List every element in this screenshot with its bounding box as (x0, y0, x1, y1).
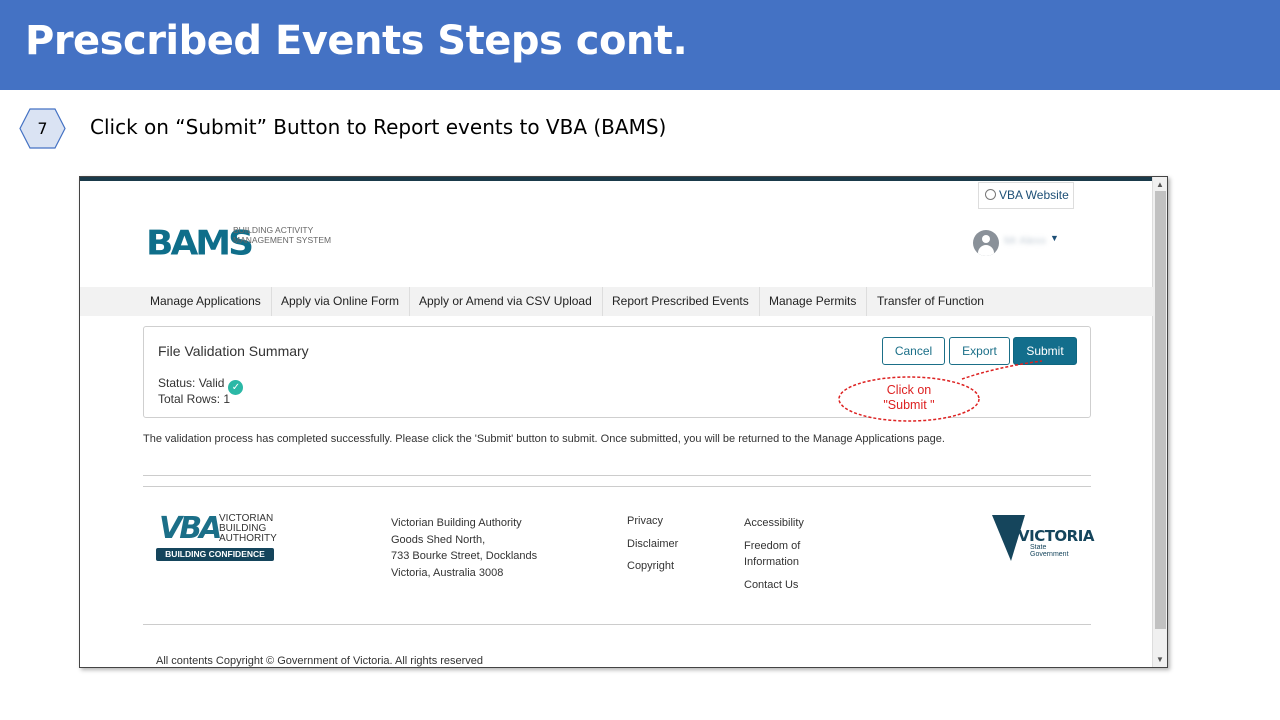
callout-text: Click on "Submit " (856, 383, 962, 413)
step-instruction: Click on “Submit” Button to Report event… (90, 115, 667, 139)
bams-logo-subtitle: BUILDING ACTIVITY MANAGEMENT SYSTEM (233, 225, 332, 245)
nav-manage-applications[interactable]: Manage Applications (140, 287, 272, 316)
top-accent-line (80, 177, 1153, 181)
user-name[interactable]: Mr Alexx (1004, 235, 1050, 247)
address-line: Goods Shed North, (391, 533, 486, 546)
summary-title: File Validation Summary (158, 343, 309, 359)
vba-badge: BUILDING CONFIDENCE (156, 548, 274, 561)
footer-links-col2: Accessibility Freedom of Information Con… (744, 515, 804, 593)
footer-links-col1: Privacy Disclaimer Copyright (627, 515, 678, 583)
vba-logo-subtitle: VICTORIAN BUILDING AUTHORITY (219, 513, 277, 544)
callout-line-2: "Submit " (883, 398, 935, 412)
slide-title: Prescribed Events Steps cont. (25, 18, 688, 64)
scroll-up-icon[interactable]: ▲ (1156, 180, 1164, 189)
divider (143, 624, 1091, 625)
footer-link-disclaimer[interactable]: Disclaimer (627, 538, 678, 561)
vic-sub-line-2: Government (1030, 551, 1069, 558)
slide-header: Prescribed Events Steps cont. (0, 0, 1280, 90)
divider (143, 475, 1091, 476)
address-line: 733 Bourke Street, Docklands (391, 550, 538, 562)
step-number: 7 (37, 119, 48, 138)
nav-apply-csv-upload[interactable]: Apply or Amend via CSV Upload (409, 287, 603, 316)
vertical-scrollbar[interactable]: ▲ ▼ (1152, 177, 1167, 667)
nav-apply-online-form[interactable]: Apply via Online Form (271, 287, 411, 316)
browser-screenshot: ▲ ▼ VBA Website BAMS BUILDING ACTIVITY M… (79, 176, 1168, 668)
nav-report-prescribed-events[interactable]: Report Prescribed Events (602, 287, 760, 316)
nav-manage-permits[interactable]: Manage Permits (759, 287, 868, 316)
foi-line-2: Information (744, 556, 800, 568)
victoria-logo-text: VICTORIA (1018, 527, 1094, 545)
footer-link-copyright[interactable]: Copyright (627, 560, 678, 583)
scrollbar-thumb[interactable] (1155, 191, 1166, 629)
footer-link-accessibility[interactable]: Accessibility (744, 515, 804, 532)
globe-icon (985, 189, 996, 200)
nav-transfer-of-function[interactable]: Transfer of Function (867, 287, 994, 316)
copyright-text: All contents Copyright © Government of V… (156, 655, 484, 667)
callout-line-1: Click on (886, 383, 932, 397)
address-line: Victoria, Australia 3008 (391, 566, 504, 579)
footer-link-foi[interactable]: Freedom of Information (744, 538, 804, 571)
vic-sub-line-1: State (1030, 544, 1047, 551)
vba-website-label: VBA Website (999, 188, 1069, 202)
footer-link-privacy[interactable]: Privacy (627, 515, 678, 538)
vba-website-link[interactable]: VBA Website (978, 182, 1074, 209)
status-label: Status: Valid (158, 376, 225, 390)
vba-footer-logo[interactable]: VBA (159, 511, 222, 546)
footer-address: Victorian Building Authority Goods Shed … (391, 515, 537, 581)
scroll-down-icon[interactable]: ▼ (1156, 655, 1164, 664)
user-avatar-icon[interactable] (973, 230, 999, 256)
main-nav: Manage Applications Apply via Online For… (80, 287, 1153, 316)
validation-message: The validation process has completed suc… (143, 433, 945, 445)
total-rows: Total Rows: 1 (158, 392, 231, 406)
foi-line-1: Freedom of (744, 539, 801, 552)
caret-down-icon[interactable]: ▼ (1050, 233, 1059, 243)
address-line: Victorian Building Authority (391, 517, 522, 529)
check-circle-icon: ✓ (228, 380, 244, 395)
victoria-logo-subtitle: State Government (1030, 544, 1069, 558)
divider (143, 486, 1091, 487)
footer-link-contact[interactable]: Contact Us (744, 577, 804, 594)
